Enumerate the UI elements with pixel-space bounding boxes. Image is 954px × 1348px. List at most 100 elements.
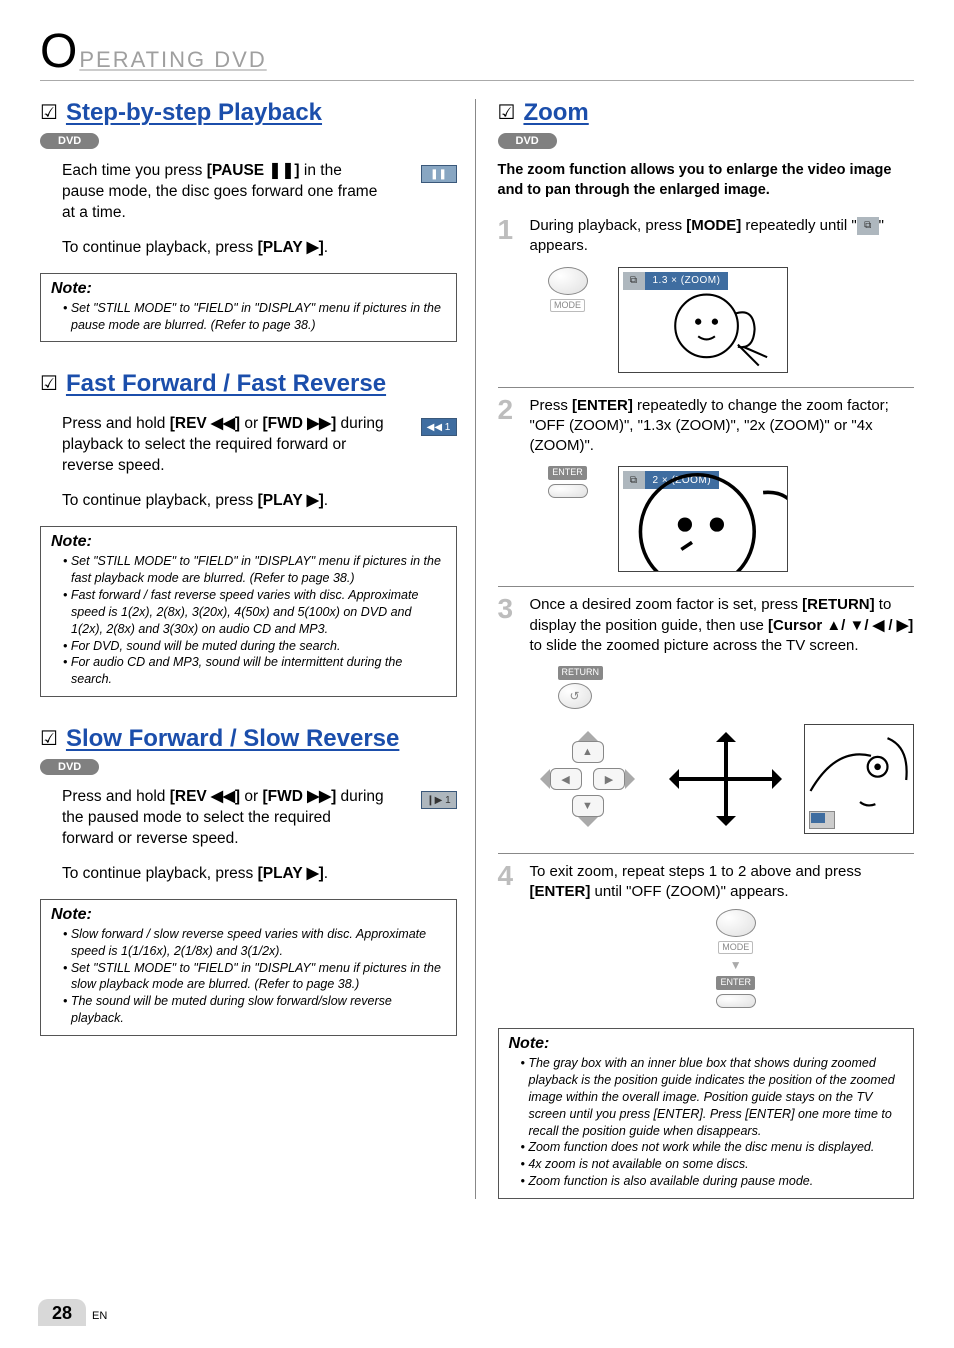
note-title: Note: xyxy=(509,1035,904,1053)
osd-mini-icon: ⧉ xyxy=(857,217,879,235)
checkbox-icon: ☑ xyxy=(498,103,516,123)
note-item: • Slow forward / slow reverse speed vari… xyxy=(63,926,446,960)
arrows-cross-icon xyxy=(661,724,790,834)
step-p2: To continue playback, press [PLAY ▶]. xyxy=(62,238,437,259)
step-body: Once a desired zoom factor is set, press… xyxy=(530,595,915,656)
note-title: Note: xyxy=(51,533,446,551)
t: Press xyxy=(530,397,573,414)
return-button-group: RETURN ↺ xyxy=(558,662,915,709)
ff-note-box: Note: • Set "STILL MODE" to "FIELD" in "… xyxy=(40,526,457,697)
t: To continue playback, press xyxy=(62,239,258,256)
section-slow-title: ☑ Slow Forward / Slow Reverse xyxy=(40,725,457,753)
right-column: ☑ Zoom DVD The zoom function allows you … xyxy=(496,99,915,1199)
step-num-2: 2 xyxy=(498,396,520,457)
header-big-o: O xyxy=(40,28,77,76)
t: until "OFF (ZOOM)" appears. xyxy=(590,883,788,900)
note-title: Note: xyxy=(51,906,446,924)
note-item: • For audio CD and MP3, sound will be in… xyxy=(63,654,446,688)
t: To exit zoom, repeat steps 1 to 2 above … xyxy=(530,863,862,880)
note-item: • Zoom function is also available during… xyxy=(521,1173,904,1190)
slow-heading: Slow Forward / Slow Reverse xyxy=(66,725,399,753)
osd-icon: ⧉ xyxy=(623,272,645,290)
page-header: O PERATING DVD xyxy=(40,28,914,81)
osd-pause-icon: ❚❚ xyxy=(421,165,457,183)
note-item: • Fast forward / fast reverse speed vari… xyxy=(63,587,446,638)
dvd-chip: DVD xyxy=(40,759,99,775)
slow-p1: Press and hold [REV ◀◀] or [FWD ▶▶] duri… xyxy=(62,787,387,850)
dpad-down: ▼ xyxy=(572,795,604,817)
note-item: • Zoom function does not work while the … xyxy=(521,1139,904,1156)
mode-label: MODE xyxy=(550,299,585,313)
slow-p2: To continue playback, press [PLAY ▶]. xyxy=(62,864,437,885)
osd-rew-icon: ◀◀ 1 xyxy=(421,418,457,436)
checkbox-icon: ☑ xyxy=(40,103,58,123)
t: [PLAY ▶] xyxy=(258,239,324,256)
t: to slide the zoomed picture across the T… xyxy=(530,637,859,654)
t: [PLAY ▶] xyxy=(258,492,324,509)
step-note-list: • Set "STILL MODE" to "FIELD" in "DISPLA… xyxy=(51,300,446,334)
t: [MODE] xyxy=(686,217,741,234)
dvd-chip: DVD xyxy=(40,133,99,149)
face-illustration xyxy=(647,282,787,373)
dvd-chip: DVD xyxy=(498,133,557,149)
dpad-right: ▶ xyxy=(593,768,625,790)
t: Press and hold xyxy=(62,788,170,805)
t: During playback, press xyxy=(530,217,687,234)
screen-illustration-2: ⧉ 2 × (ZOOM) xyxy=(618,466,788,572)
step-body: Press [ENTER] repeatedly to change the z… xyxy=(530,396,915,457)
mode-button-icon xyxy=(716,909,756,937)
zoom-step-2: 2 Press [ENTER] repeatedly to change the… xyxy=(498,387,915,457)
zoom-heading: Zoom xyxy=(523,99,588,127)
zoom-step2-illus: ENTER ⧉ 2 × (ZOOM) xyxy=(498,466,915,572)
page-number: 28 xyxy=(38,1299,86,1326)
mode-label: MODE xyxy=(718,941,753,955)
checkbox-icon: ☑ xyxy=(40,374,58,394)
zoom-intro: The zoom function allows you to enlarge … xyxy=(498,161,915,200)
ff-heading: Fast Forward / Fast Reverse xyxy=(66,370,386,398)
step-p1: Each time you press [PAUSE ❚❚] in the pa… xyxy=(62,161,387,224)
t: . xyxy=(324,239,328,256)
return-button-icon: ↺ xyxy=(558,683,592,709)
t: repeatedly until " xyxy=(741,217,856,234)
zoom-step-1: 1 During playback, press [MODE] repeated… xyxy=(498,216,915,257)
t: or xyxy=(240,415,262,432)
position-guide-box xyxy=(809,811,835,829)
header-rest: PERATING DVD xyxy=(79,47,266,73)
page-footer: 28 EN xyxy=(38,1299,107,1326)
dpad-illustration: ▲ ▼ ◀ ▶ xyxy=(528,719,648,839)
dpad-up: ▲ xyxy=(572,741,604,763)
step-num-1: 1 xyxy=(498,216,520,257)
screen-illustration-3 xyxy=(804,724,914,834)
note-item: • 4x zoom is not available on some discs… xyxy=(521,1156,904,1173)
step-num-4: 4 xyxy=(498,862,520,903)
t: [REV ◀◀] xyxy=(170,788,240,805)
section-zoom-title: ☑ Zoom xyxy=(498,99,915,127)
note-item: • Set "STILL MODE" to "FIELD" in "DISPLA… xyxy=(63,960,446,994)
enter-label: ENTER xyxy=(716,976,755,990)
slow-note-list: • Slow forward / slow reverse speed vari… xyxy=(51,926,446,1027)
t: [ENTER] xyxy=(572,397,633,414)
zoom-note-list: • The gray box with an inner blue box th… xyxy=(509,1055,904,1190)
note-item: • Set "STILL MODE" to "FIELD" in "DISPLA… xyxy=(63,300,446,334)
section-ff-title: ☑ Fast Forward / Fast Reverse xyxy=(40,370,457,398)
t: Once a desired zoom factor is set, press xyxy=(530,596,803,613)
note-item: • Set "STILL MODE" to "FIELD" in "DISPLA… xyxy=(63,553,446,587)
mode-button-icon xyxy=(548,267,588,295)
checkbox-icon: ☑ xyxy=(40,729,58,749)
t: . xyxy=(324,865,328,882)
t: [PLAY ▶] xyxy=(258,865,324,882)
t: . xyxy=(324,492,328,509)
t: Each time you press xyxy=(62,162,207,179)
osd-slow-icon: ❙▶ 1 xyxy=(421,791,457,809)
ff-p2: To continue playback, press [PLAY ▶]. xyxy=(62,491,437,512)
t: [RETURN] xyxy=(802,596,875,613)
t: [ENTER] xyxy=(530,883,591,900)
enter-label: ENTER xyxy=(548,466,587,480)
left-column: ☑ Step-by-step Playback DVD Each time yo… xyxy=(40,99,476,1199)
screen-illustration-1: ⧉ 1.3 × (ZOOM) xyxy=(618,267,788,373)
t: [Cursor ▲/ ▼/ ◀ / ▶] xyxy=(768,617,913,634)
slow-note-box: Note: • Slow forward / slow reverse spee… xyxy=(40,899,457,1036)
note-item: • For DVD, sound will be muted during th… xyxy=(63,638,446,655)
return-label: RETURN xyxy=(558,666,604,680)
note-title: Note: xyxy=(51,280,446,298)
